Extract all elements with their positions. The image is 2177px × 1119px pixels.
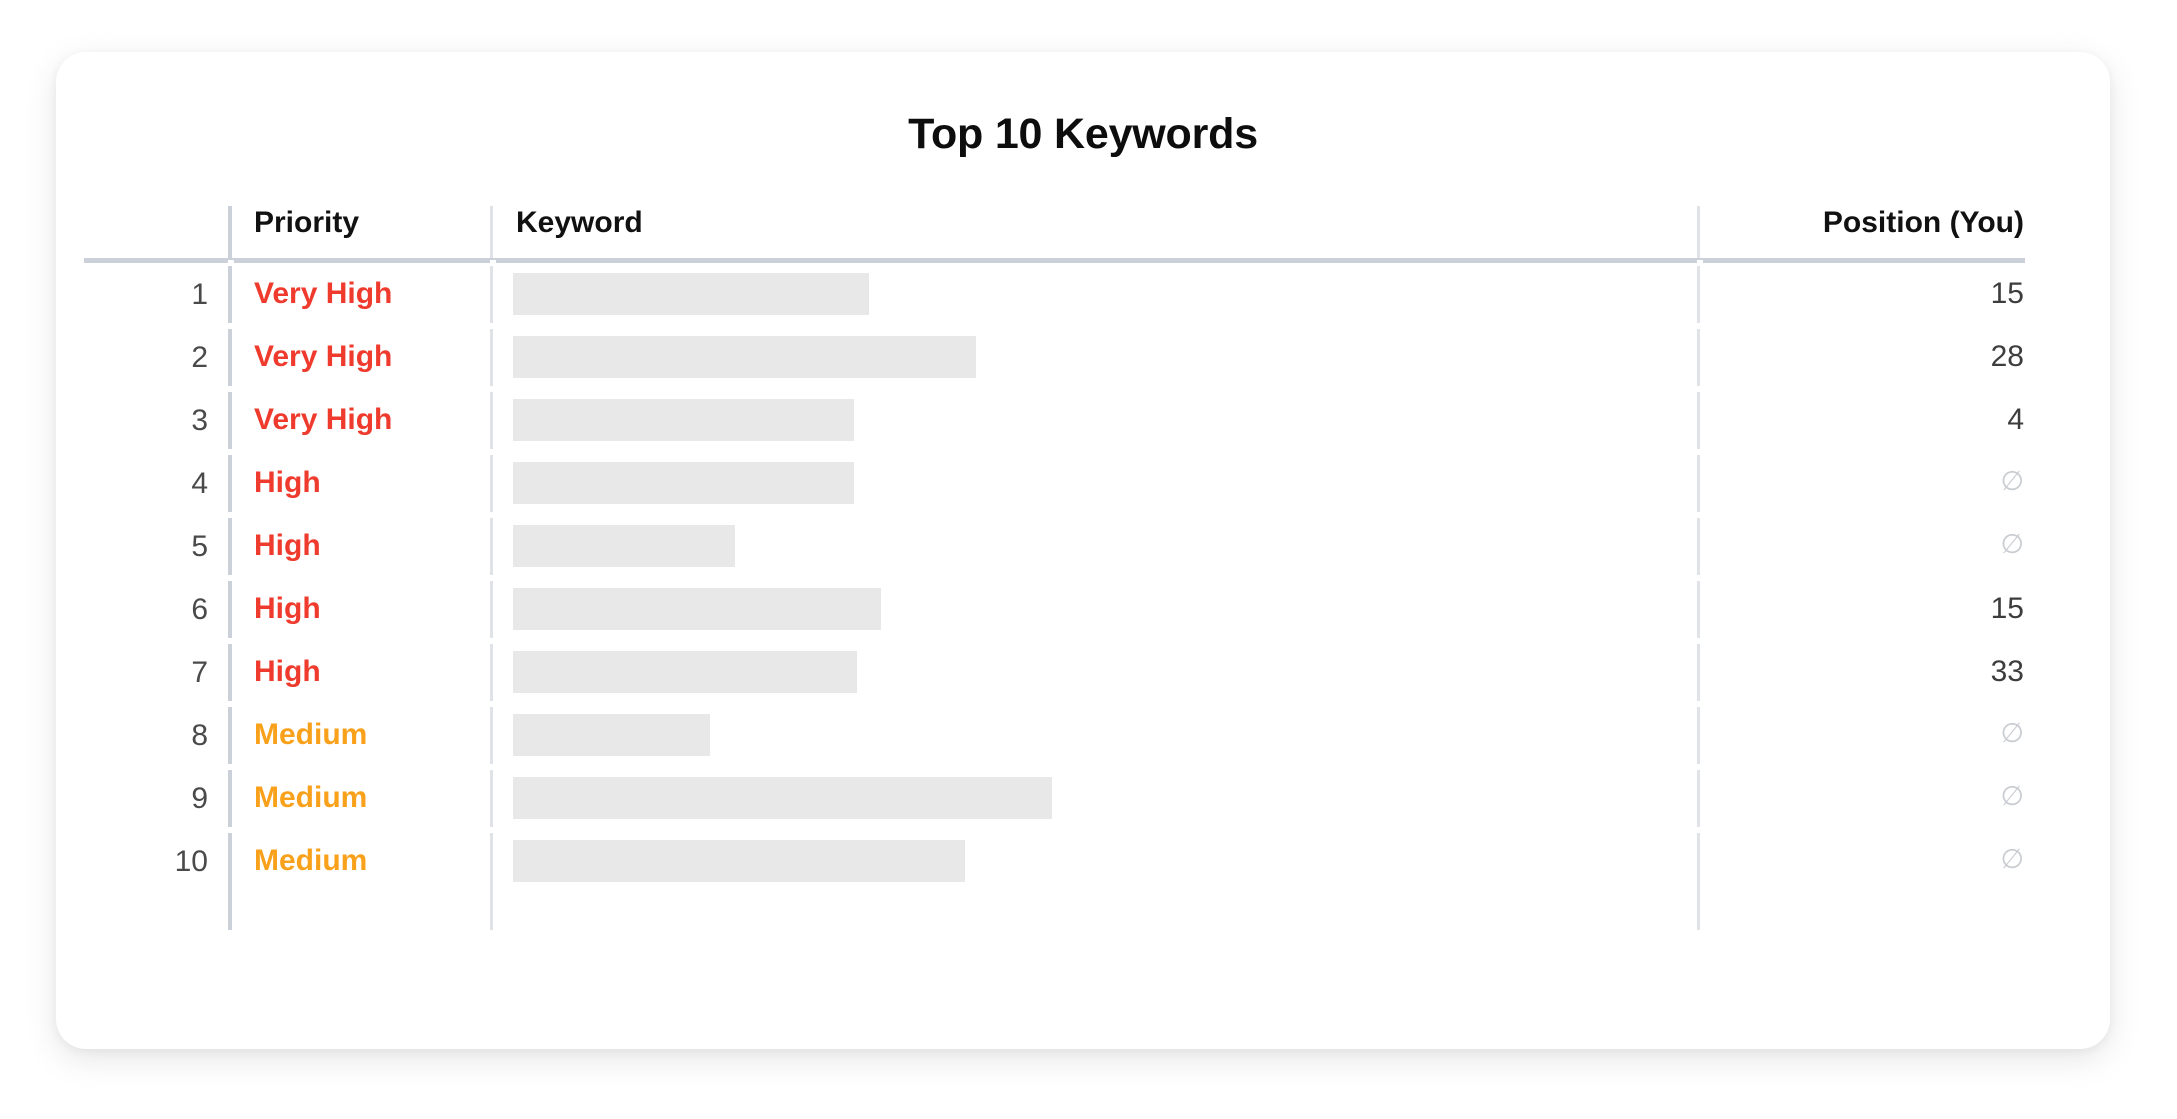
divider-gap [1697, 449, 1703, 455]
keyword-redaction-bar [513, 525, 735, 567]
cell-position: ∅ [2000, 781, 2024, 811]
cell-rank: 2 [191, 341, 208, 374]
divider-gap [490, 764, 496, 770]
divider-gap [228, 386, 234, 392]
keyword-redaction-bar [513, 399, 854, 441]
cell-keyword[interactable] [513, 651, 857, 693]
cell-rank: 7 [191, 656, 208, 689]
divider-gap [228, 575, 234, 581]
keyword-redaction-bar [513, 462, 854, 504]
keyword-redaction-bar [513, 777, 1052, 819]
cell-rank: 1 [191, 278, 208, 311]
cell-rank: 9 [191, 782, 208, 815]
cell-keyword[interactable] [513, 588, 881, 630]
cell-keyword[interactable] [513, 273, 869, 315]
divider-gap [1697, 701, 1703, 707]
cell-priority: Medium [254, 844, 368, 877]
cell-keyword[interactable] [513, 777, 1052, 819]
divider-gap [490, 386, 496, 392]
cell-priority: Medium [254, 781, 368, 814]
divider-gap [1697, 323, 1703, 329]
column-header-position[interactable]: Position (You) [1823, 206, 2024, 240]
cell-priority: High [254, 655, 321, 688]
cell-keyword[interactable] [513, 840, 965, 882]
divider-gap [228, 701, 234, 707]
divider-gap [228, 323, 234, 329]
cell-keyword[interactable] [513, 525, 735, 567]
divider-gap [1697, 260, 1703, 266]
divider-gap [228, 449, 234, 455]
cell-position: 15 [1990, 277, 2024, 310]
screenshot-canvas: Top 10 Keywords Priority Keyword Positio… [0, 0, 2177, 1119]
divider-gap [1697, 386, 1703, 392]
column-header-priority[interactable]: Priority [254, 206, 359, 240]
cell-rank: 5 [191, 530, 208, 563]
divider-gap [1697, 575, 1703, 581]
divider-gap [228, 512, 234, 518]
cell-priority: Medium [254, 718, 368, 751]
divider-gap [490, 575, 496, 581]
keyword-redaction-bar [513, 588, 881, 630]
divider-gap [228, 638, 234, 644]
cell-rank: 3 [191, 404, 208, 437]
cell-position: 33 [1990, 655, 2024, 688]
keywords-card: Top 10 Keywords Priority Keyword Positio… [56, 52, 2110, 1049]
table-row[interactable]: 9 Medium ∅ [56, 767, 2110, 830]
keyword-redaction-bar [513, 714, 710, 756]
divider-gap [1697, 638, 1703, 644]
cell-keyword[interactable] [513, 462, 854, 504]
table-row[interactable]: 10 Medium ∅ [56, 830, 2110, 893]
keywords-table: Priority Keyword Position (You) 1 Very Hi… [56, 200, 2110, 930]
cell-keyword[interactable] [513, 336, 976, 378]
divider-gap [228, 827, 234, 833]
cell-priority: High [254, 592, 321, 625]
cell-position: 28 [1990, 340, 2024, 373]
keyword-redaction-bar [513, 336, 976, 378]
cell-priority: High [254, 466, 321, 499]
cell-position: ∅ [2000, 529, 2024, 559]
table-row[interactable]: 1 Very High 15 [56, 263, 2110, 326]
cell-rank: 6 [191, 593, 208, 626]
table-row[interactable]: 3 Very High 4 [56, 389, 2110, 452]
cell-rank: 8 [191, 719, 208, 752]
cell-rank: 4 [191, 467, 208, 500]
cell-position: ∅ [2000, 844, 2024, 874]
table-body: 1 Very High 15 2 Very High 28 3 Very High 4 4 High… [56, 263, 2110, 893]
cell-priority: Very High [254, 340, 393, 373]
cell-priority: Very High [254, 403, 393, 436]
table-row[interactable]: 7 High 33 [56, 641, 2110, 704]
table-header-row: Priority Keyword Position (You) [56, 200, 2110, 263]
divider-gap [490, 638, 496, 644]
table-row[interactable]: 4 High ∅ [56, 452, 2110, 515]
keyword-redaction-bar [513, 651, 857, 693]
divider-gap [490, 827, 496, 833]
cell-priority: Very High [254, 277, 393, 310]
table-row[interactable]: 6 High 15 [56, 578, 2110, 641]
divider-gap [490, 512, 496, 518]
cell-position: ∅ [2000, 718, 2024, 748]
cell-keyword[interactable] [513, 399, 854, 441]
page-title: Top 10 Keywords [908, 110, 1258, 158]
divider-gap [490, 323, 496, 329]
keyword-redaction-bar [513, 273, 869, 315]
divider-gap [490, 701, 496, 707]
keyword-redaction-bar [513, 840, 965, 882]
divider-gap [228, 260, 234, 266]
table-row[interactable]: 2 Very High 28 [56, 326, 2110, 389]
cell-position: 4 [2007, 403, 2024, 436]
cell-position: 15 [1990, 592, 2024, 625]
divider-gap [1697, 827, 1703, 833]
cell-priority: High [254, 529, 321, 562]
column-header-keyword[interactable]: Keyword [516, 206, 643, 240]
cell-rank: 10 [174, 845, 208, 878]
table-row[interactable]: 5 High ∅ [56, 515, 2110, 578]
divider-gap [490, 449, 496, 455]
divider-gap [490, 260, 496, 266]
divider-gap [228, 764, 234, 770]
divider-gap [1697, 512, 1703, 518]
divider-gap [1697, 764, 1703, 770]
cell-keyword[interactable] [513, 714, 710, 756]
table-row[interactable]: 8 Medium ∅ [56, 704, 2110, 767]
cell-position: ∅ [2000, 466, 2024, 496]
